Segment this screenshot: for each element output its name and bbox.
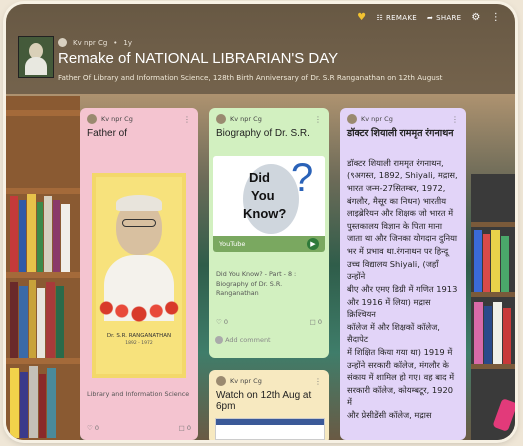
- add-comment-label: Add comment: [225, 336, 271, 344]
- thumb-word-know: Know?: [243, 206, 287, 221]
- author-avatar: [216, 114, 226, 124]
- card-description: Did You Know? - Part - 8 : Biography of …: [216, 270, 297, 298]
- question-mark-icon: ?: [291, 156, 314, 200]
- share-icon: ➦: [426, 13, 434, 22]
- text-line: और 1916 में लिया) मद्रास क्रिश्चियन: [347, 296, 431, 320]
- video-thumbnail[interactable]: Did You Know? ? YouTube ▶: [213, 156, 325, 252]
- board-header: ♥ ☷ REMAKE ➦ SHARE ⚙ ⋮ Kv npr Cg • 1y Re…: [6, 4, 515, 94]
- board-avatar: [18, 36, 54, 78]
- play-icon[interactable]: ▶: [307, 238, 319, 250]
- heart-icon[interactable]: ♥: [357, 12, 366, 23]
- avatar: [215, 336, 223, 344]
- author-avatar: [58, 38, 67, 47]
- like-button[interactable]: ♡ 0: [87, 424, 99, 432]
- text-line: और प्रेसीडेंसी कॉलेज, मद्रास: [347, 410, 432, 420]
- portrait-years: 1892 - 1972: [125, 341, 153, 346]
- text-line: कॉलेज में और शिक्षकों कॉलेज, सैदापेट: [347, 321, 440, 345]
- author-avatar: [216, 376, 226, 386]
- more-options-icon[interactable]: ⋮: [451, 115, 459, 124]
- video-source: YouTube: [219, 240, 246, 248]
- card-body-text: डॉक्टर शियाली राममृत रंगनाथन, (९अगस्त, 1…: [340, 155, 466, 424]
- post-card-hindi-bio[interactable]: Kv npr Cg ⋮ डॉक्टर शियाली राममृत रंगनाथन…: [340, 108, 466, 440]
- text-line: भर में प्रभाव था.रंगनाथन पर हिन्दू: [347, 246, 449, 257]
- text-line: बीए और एमए डिग्री में गणित 1913: [347, 283, 458, 294]
- like-count: 0: [223, 318, 229, 326]
- portrait-hair: [116, 195, 162, 211]
- board-author-row: Kv npr Cg • 1y: [58, 38, 132, 47]
- board-subtitle: Father Of Library and Information Scienc…: [58, 73, 443, 82]
- thumb-word-did: Did: [249, 170, 270, 185]
- add-comment-field[interactable]: Add comment: [215, 336, 271, 344]
- portrait-image[interactable]: Dr. S.R. RANGANATHAN 1892 - 1972: [92, 173, 186, 378]
- card-title: Father of: [87, 128, 128, 139]
- video-source-bar: YouTube ▶: [213, 236, 325, 252]
- thumb-word-you: You: [251, 188, 275, 203]
- post-card-father[interactable]: Kv npr Cg ⋮ Father of Dr. S.R. RANGANATH…: [80, 108, 198, 440]
- author-avatar: [347, 114, 357, 124]
- board-title: Remake of NATIONAL LIBRARIAN'S DAY: [58, 50, 339, 67]
- author-name: Kv npr Cg: [361, 115, 393, 123]
- author-name: Kv npr Cg: [101, 115, 133, 123]
- post-card-watch[interactable]: Kv npr Cg ⋮ Watch on 12th Aug at 6pm: [209, 370, 329, 440]
- separator-dot: •: [113, 38, 118, 47]
- preview-header-bar: [216, 419, 324, 425]
- gear-icon[interactable]: ⚙: [471, 12, 480, 23]
- more-options-icon[interactable]: ⋮: [491, 12, 501, 23]
- more-options-icon[interactable]: ⋮: [314, 115, 322, 124]
- padlet-board: ♥ ☷ REMAKE ➦ SHARE ⚙ ⋮ Kv npr Cg • 1y Re…: [6, 4, 515, 440]
- text-line: लाइब्रेरियन और शिक्षक जो भारत में: [347, 208, 454, 219]
- card-author: Kv npr Cg ⋮: [80, 108, 198, 126]
- text-line: संकाय में शामिल हो गए। वह बाद में: [347, 372, 455, 383]
- author-name[interactable]: Kv npr Cg: [73, 39, 107, 47]
- flower-garland: [96, 293, 182, 323]
- author-name: Kv npr Cg: [230, 115, 262, 123]
- share-label: SHARE: [436, 13, 462, 22]
- share-button[interactable]: ➦ SHARE: [427, 14, 461, 22]
- text-line: पुस्तकालय विज्ञान के पिता माना: [347, 220, 442, 231]
- comment-count: 0: [186, 424, 191, 432]
- text-line: (९अगस्त, 1892, Shiyali, मद्रास,: [347, 170, 458, 181]
- text-line: सरकारी कॉलेज, कोयम्बटूर, 1920 में: [347, 384, 454, 408]
- card-title: Biography of Dr. S.R.: [216, 128, 310, 139]
- text-line: डॉक्टर शियाली राममृत रंगनाथन,: [347, 157, 444, 168]
- more-options-icon[interactable]: ⋮: [314, 377, 322, 386]
- comment-button[interactable]: □ 0: [310, 318, 322, 326]
- like-count: 0: [94, 424, 100, 432]
- card-author: Kv npr Cg ⋮: [340, 108, 466, 126]
- text-line: बंगलौर, मैसूर का निधन) भारतीय: [347, 195, 447, 206]
- reactions-bar: ♡ 0 □ 0: [209, 314, 329, 330]
- like-button[interactable]: ♡ 0: [216, 318, 228, 326]
- text-line: उच्च विद्यालय Shiyali, (जहाँ उन्होंने: [347, 258, 439, 282]
- text-line: भारत जन्म-27सितम्बर, 1972,: [347, 183, 446, 194]
- remake-label: REMAKE: [386, 13, 417, 22]
- portrait-caption: Dr. S.R. RANGANATHAN: [106, 333, 172, 339]
- card-title: Watch on 12th Aug at 6pm: [216, 390, 312, 412]
- comment-count: 0: [317, 318, 322, 326]
- card-description: Library and Information Science: [87, 390, 190, 398]
- author-avatar: [87, 114, 97, 124]
- card-author: Kv npr Cg ⋮: [209, 370, 329, 388]
- author-name: Kv npr Cg: [230, 377, 262, 385]
- bookshelf-left: [6, 96, 80, 440]
- event-preview-image[interactable]: [215, 418, 325, 440]
- card-title: डॉक्टर शियाली राममृत रंगनाथन: [347, 128, 454, 139]
- more-options-icon[interactable]: ⋮: [183, 115, 191, 124]
- board-toolbar: ♥ ☷ REMAKE ➦ SHARE ⚙ ⋮: [357, 12, 501, 23]
- text-line: में शिक्षित किया गया था) 1919 में: [347, 346, 453, 357]
- portrait-glasses: [122, 219, 156, 227]
- remake-icon: ☷: [376, 13, 384, 22]
- remake-button[interactable]: ☷ REMAKE: [376, 14, 417, 22]
- post-age: 1y: [123, 38, 133, 47]
- card-author: Kv npr Cg ⋮: [209, 108, 329, 126]
- reactions-bar: ♡ 0 □ 0: [80, 420, 198, 436]
- comment-button[interactable]: □ 0: [179, 424, 191, 432]
- text-line: जाता था और जिनका योगदान दुनिया: [347, 233, 458, 244]
- text-line: उन्होंने सरकारी कॉलेज, मंगलौर के: [347, 359, 449, 370]
- post-card-biography[interactable]: Kv npr Cg ⋮ Biography of Dr. S.R. Did Yo…: [209, 108, 329, 358]
